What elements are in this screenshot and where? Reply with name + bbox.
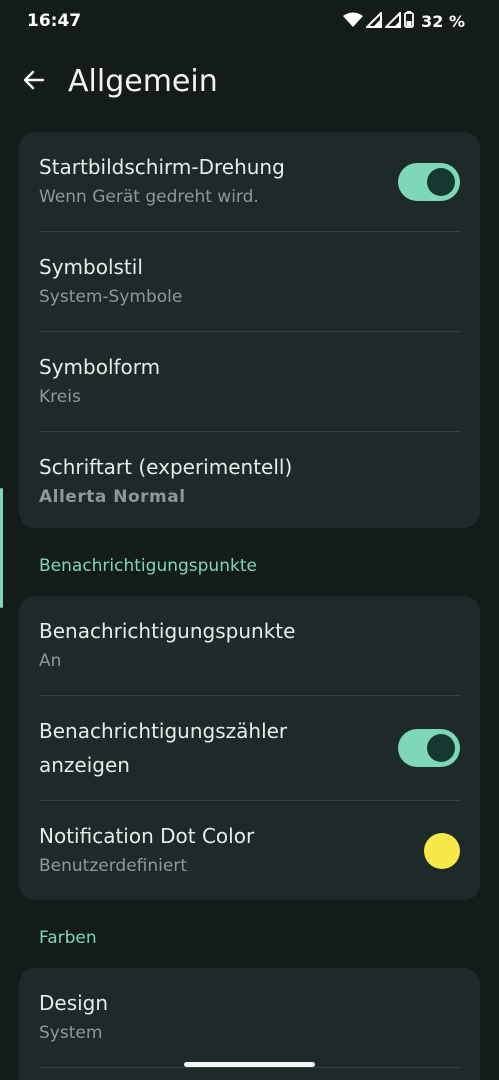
setting-title: Symbolstil: [39, 255, 143, 279]
setting-subtitle: Benutzerdefiniert: [39, 856, 187, 876]
back-button[interactable]: [14, 62, 54, 102]
gesture-navigation-bar[interactable]: [184, 1062, 315, 1067]
section-header-colors: Farben: [39, 928, 97, 948]
setting-row-design[interactable]: Design System: [19, 968, 480, 1068]
setting-subtitle: System: [39, 1023, 103, 1043]
wifi-icon: [343, 12, 364, 32]
status-time: 16:47: [27, 11, 82, 31]
setting-row-icon-shape[interactable]: Symbolform Kreis: [19, 332, 480, 432]
card-general: Startbildschirm-Drehung Wenn Gerät gedre…: [19, 132, 480, 528]
setting-subtitle: System-Symbole: [39, 287, 183, 307]
notification-counter-toggle[interactable]: [398, 729, 460, 767]
setting-title: Schriftart (experimentell): [39, 455, 293, 479]
setting-title-line2: anzeigen: [39, 753, 130, 777]
battery-percent: 32 %: [421, 12, 465, 31]
setting-subtitle: Allerta Normal: [39, 487, 186, 507]
setting-title: Notification Dot Color: [39, 824, 255, 848]
setting-row-home-rotation[interactable]: Startbildschirm-Drehung Wenn Gerät gedre…: [19, 132, 480, 232]
setting-row-notification-counter[interactable]: Benachrichtigungszähler anzeigen: [19, 696, 480, 801]
scroll-indicator[interactable]: [0, 488, 3, 608]
arrow-back-icon: [22, 68, 46, 96]
page-title: Allgemein: [68, 64, 218, 99]
setting-subtitle: Wenn Gerät gedreht wird.: [39, 187, 259, 207]
battery-icon: [404, 11, 415, 32]
toggle-knob: [427, 168, 455, 196]
setting-title: Design: [39, 991, 109, 1015]
setting-subtitle: Kreis: [39, 387, 81, 407]
status-bar: 16:47 32 %: [0, 0, 499, 44]
setting-title-line1: Benachrichtigungszähler: [39, 719, 288, 743]
setting-row-font[interactable]: Schriftart (experimentell) Allerta Norma…: [19, 432, 480, 528]
section-header-notification-dots: Benachrichtigungspunkte: [39, 556, 257, 576]
setting-row-dot-color[interactable]: Notification Dot Color Benutzerdefiniert: [19, 801, 480, 900]
setting-title: Startbildschirm-Drehung: [39, 155, 285, 179]
signal-icon-2: [383, 10, 402, 32]
card-notification: Benachrichtigungspunkte An Benachrichtig…: [19, 596, 480, 900]
rotation-toggle[interactable]: [398, 163, 460, 201]
signal-icon: [364, 10, 383, 32]
dot-color-swatch[interactable]: [424, 833, 460, 869]
divider: [39, 1067, 460, 1068]
app-bar: Allgemein: [0, 56, 499, 116]
setting-subtitle: An: [39, 651, 62, 671]
setting-row-notification-dots[interactable]: Benachrichtigungspunkte An: [19, 596, 480, 696]
setting-row-icon-style[interactable]: Symbolstil System-Symbole: [19, 232, 480, 332]
setting-title: Symbolform: [39, 355, 161, 379]
setting-title: Benachrichtigungspunkte: [39, 619, 296, 643]
toggle-knob: [427, 734, 455, 762]
status-icons: 32 %: [343, 10, 465, 32]
